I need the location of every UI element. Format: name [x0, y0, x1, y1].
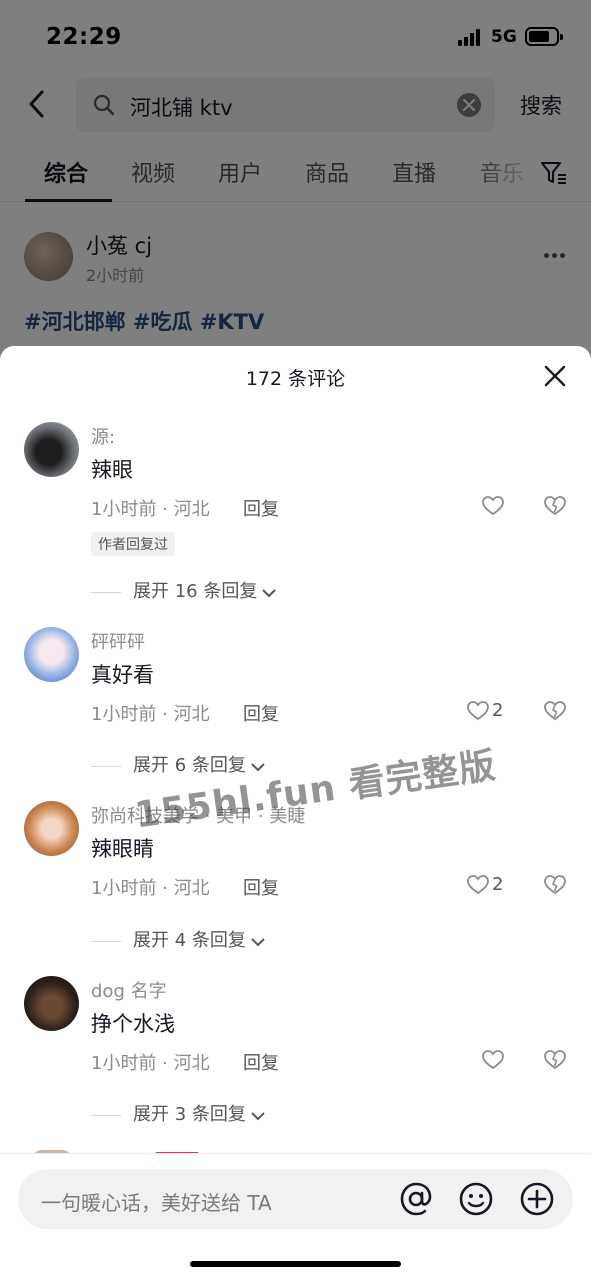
avatar[interactable] — [24, 976, 79, 1031]
modal-backdrop[interactable] — [0, 0, 591, 400]
comment-count-title: 172 条评论 — [245, 368, 346, 390]
like-count: 2 — [492, 874, 504, 895]
heart-icon[interactable] — [482, 1050, 504, 1070]
dislike-icon[interactable] — [544, 875, 566, 895]
comment-author[interactable]: dog 名字 — [91, 977, 167, 1003]
expand-replies-label: 展开 3 条回复 — [133, 1104, 246, 1125]
reply-button[interactable]: 回复 — [243, 874, 279, 900]
mention-icon[interactable] — [399, 1182, 433, 1216]
comment-text: 真好看 — [91, 663, 154, 687]
chevron-down-icon — [250, 931, 266, 952]
expand-replies-label: 展开 4 条回复 — [133, 930, 246, 951]
like-count: 2 — [492, 700, 504, 721]
comment-text: 辣眼 — [91, 458, 133, 482]
dislike-icon[interactable] — [544, 701, 566, 721]
comment-input-placeholder: 一句暖心话，美好送给 TA — [41, 1191, 272, 1215]
reply-button[interactable]: 回复 — [243, 1049, 279, 1075]
search-results-background: 22:29 5G 河北铺 ktv 搜索 综合 — [0, 0, 591, 400]
comment-meta: 1小时前 · 河北 — [91, 704, 210, 725]
avatar[interactable] — [24, 627, 79, 682]
heart-icon[interactable] — [467, 701, 489, 721]
emoji-icon[interactable] — [459, 1182, 493, 1216]
chevron-down-icon — [250, 1105, 266, 1126]
dislike-icon[interactable] — [544, 496, 566, 516]
expand-replies-label: 展开 16 条回复 — [133, 581, 258, 602]
heart-icon[interactable] — [467, 875, 489, 895]
reply-button[interactable]: 回复 — [243, 495, 279, 521]
dislike-icon[interactable] — [544, 1050, 566, 1070]
expand-replies-button[interactable]: 展开 4 条回复 — [91, 926, 266, 952]
comment-input[interactable]: 一句暖心话，美好送给 TA — [18, 1169, 573, 1229]
app-screen: 22:29 5G 河北铺 ktv 搜索 综合 — [0, 0, 591, 1280]
expand-replies-button[interactable]: 展开 3 条回复 — [91, 1100, 266, 1126]
avatar[interactable] — [24, 422, 79, 477]
add-icon[interactable] — [520, 1182, 554, 1216]
comment-meta: 1小时前 · 河北 — [91, 499, 210, 520]
comment-meta: 1小时前 · 河北 — [91, 878, 210, 899]
close-icon[interactable] — [543, 364, 567, 388]
expand-replies-button[interactable]: 展开 16 条回复 — [91, 577, 277, 603]
chevron-down-icon — [261, 582, 277, 603]
reply-button[interactable]: 回复 — [243, 700, 279, 726]
heart-icon[interactable] — [482, 496, 504, 516]
author-replied-badge: 作者回复过 — [91, 532, 175, 556]
avatar[interactable] — [24, 801, 79, 856]
home-indicator — [190, 1261, 401, 1267]
comment-meta: 1小时前 · 河北 — [91, 1053, 210, 1074]
comment-text: 挣个水浅 — [91, 1012, 175, 1036]
comment-author[interactable]: 源: — [91, 423, 115, 449]
comment-author[interactable]: 砰砰砰 — [91, 628, 145, 654]
